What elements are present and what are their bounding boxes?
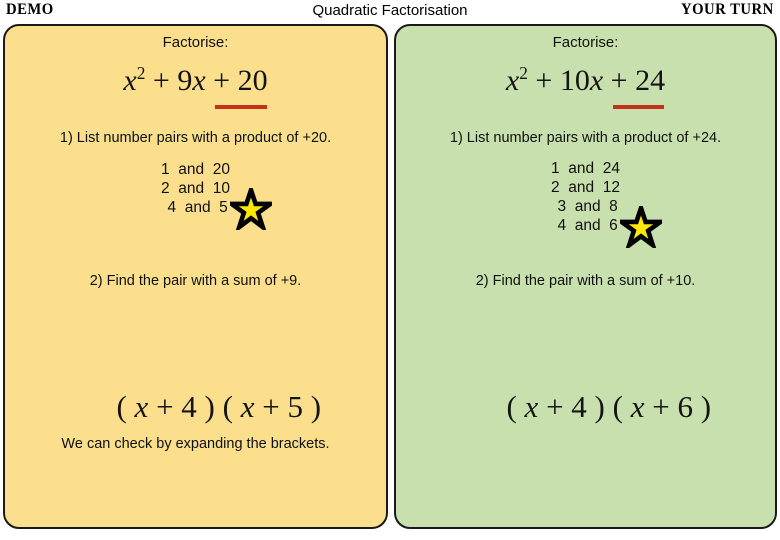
demo-equation-constant-term: + 20 <box>213 64 268 109</box>
your-turn-factorise-label: Factorise: <box>552 34 619 51</box>
demo-pair-row: 4 and 5 <box>5 188 386 230</box>
demo-pairs-list: 1 and 20 2 and 10 4 and 5 <box>5 160 386 230</box>
your-turn-equation-constant: 24 <box>635 64 666 97</box>
your-turn-equation-constant-term: + 24 <box>610 64 666 109</box>
demo-equation-middle-op: + <box>152 64 170 97</box>
star-icon <box>619 206 662 248</box>
demo-check-text: We can check by expanding the brackets. <box>61 436 330 452</box>
demo-factorise-label: Factorise: <box>162 34 229 51</box>
your-turn-factored-var-2: x <box>630 389 645 424</box>
your-turn-pair-text: 2 and 12 <box>551 179 620 196</box>
your-turn-badge: YOUR TURN <box>681 1 774 18</box>
demo-pair-row: 1 and 20 <box>5 160 386 179</box>
your-turn-step2-text: 2) Find the pair with a sum of +10. <box>475 273 696 289</box>
demo-factored-num-1: 4 <box>181 389 197 424</box>
demo-factored-second-bracket: ( x + 5 ) <box>222 389 322 424</box>
demo-equation-middle-variable: x <box>192 64 206 97</box>
your-turn-equation-middle-op: + <box>535 64 553 97</box>
demo-equation-middle-coefficient: 9 <box>177 64 193 97</box>
demo-pair-row: 2 and 10 <box>5 179 386 198</box>
your-turn-step1-text: 1) List number pairs with a product of +… <box>449 130 722 146</box>
demo-panel: Factorise: x2 + 9x + 20 1) List number p… <box>3 24 388 529</box>
your-turn-equation-middle-coefficient: 10 <box>559 64 590 97</box>
demo-pair-text: 4 and 5 <box>163 199 228 216</box>
your-turn-equation: x2 + 10x + 24 <box>396 63 775 109</box>
demo-equation-constant-op: + <box>213 64 231 97</box>
demo-factored-var-2: x <box>240 389 255 424</box>
your-turn-pair-row: 2 and 12 <box>396 178 775 197</box>
your-turn-pair-text: 3 and 8 <box>553 198 618 215</box>
your-turn-factored-num-2: 6 <box>677 389 693 424</box>
demo-equation-variable: x <box>123 64 137 97</box>
your-turn-factored-first-bracket: ( x + 4 ) <box>506 389 605 424</box>
demo-equation: x2 + 9x + 20 <box>5 64 386 109</box>
your-turn-factored-expression: ( x + 4 ) ( x + 6 ) <box>396 353 775 461</box>
your-turn-panel: Factorise: x2 + 10x + 24 1) List number … <box>394 24 777 529</box>
your-turn-equation-variable: x <box>505 64 520 97</box>
demo-step2-text: 2) Find the pair with a sum of +9. <box>89 273 302 289</box>
your-turn-equation-constant-op: + <box>610 64 628 97</box>
demo-factored-first-bracket: ( x + 4 ) <box>116 389 215 424</box>
demo-pair-text: 1 and 20 <box>161 161 230 178</box>
your-turn-pair-row: 1 and 24 <box>396 159 775 178</box>
your-turn-factored-var-1: x <box>524 389 539 424</box>
your-turn-equation-exponent: 2 <box>519 63 528 83</box>
your-turn-pairs-list: 1 and 24 2 and 12 3 and 8 4 and 6 <box>396 159 775 248</box>
demo-equation-constant: 20 <box>237 64 268 97</box>
demo-factored-var-1: x <box>134 389 149 424</box>
your-turn-pair-row: 4 and 6 <box>396 206 775 248</box>
your-turn-pair-text: 4 and 6 <box>553 217 618 234</box>
page-title: Quadratic Factorisation <box>312 2 468 19</box>
demo-factored-num-2: 5 <box>287 389 303 424</box>
page-header: DEMO Quadratic Factorisation YOUR TURN <box>0 0 780 24</box>
your-turn-pair-row: 3 and 8 <box>396 197 775 216</box>
star-icon <box>229 188 272 230</box>
demo-step1-text: 1) List number pairs with a product of +… <box>59 130 332 146</box>
your-turn-factored-num-1: 4 <box>571 389 587 424</box>
your-turn-factored-second-bracket: ( x + 6 ) <box>612 389 712 424</box>
demo-pair-text: 2 and 10 <box>161 180 230 197</box>
your-turn-equation-middle-variable: x <box>589 64 604 97</box>
your-turn-pair-text: 1 and 24 <box>551 160 620 177</box>
